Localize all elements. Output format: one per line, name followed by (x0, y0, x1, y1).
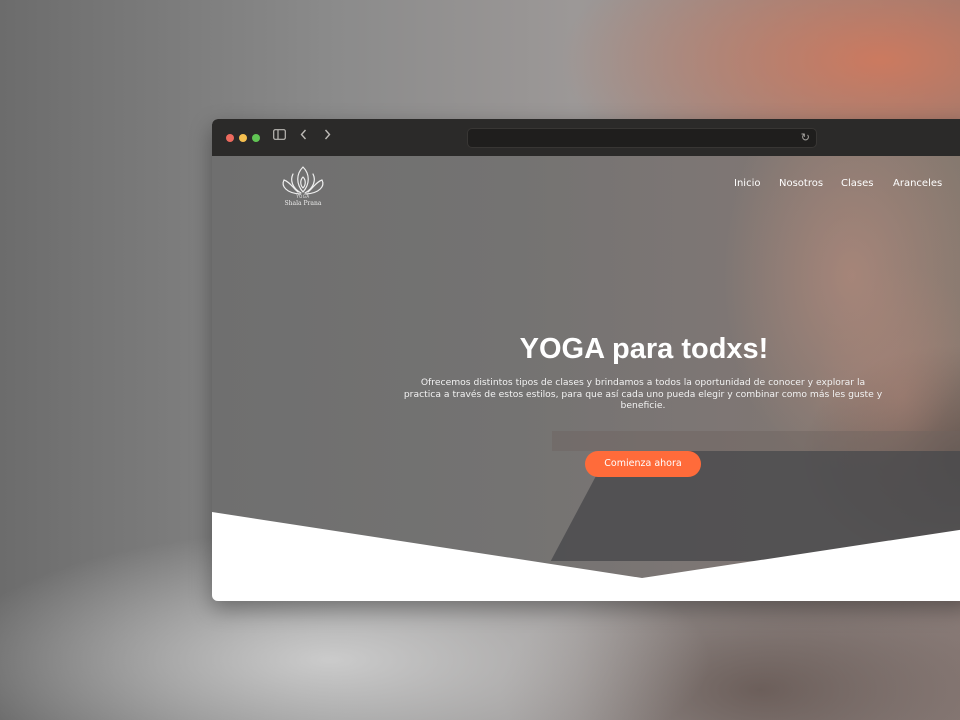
backdrop: ↻ YOGA Shala Prana Inicio Nosotros Clase… (0, 0, 960, 720)
browser-toolbar: ↻ (212, 119, 960, 157)
nav-link-aranceles[interactable]: Aranceles (893, 177, 942, 191)
logo-small-text: YOGA (296, 194, 310, 199)
browser-window: ↻ YOGA Shala Prana Inicio Nosotros Clase… (212, 119, 960, 601)
start-now-button[interactable]: Comienza ahora (585, 451, 701, 477)
close-window-button[interactable] (226, 134, 234, 142)
back-icon[interactable] (300, 129, 307, 145)
web-page: YOGA Shala Prana Inicio Nosotros Clases … (212, 156, 960, 601)
nav-link-inicio[interactable]: Inicio (734, 177, 760, 191)
hero-title: YOGA para todxs! (519, 333, 769, 365)
sidebar-icon[interactable] (273, 129, 286, 145)
logo-name: Shala Prana (284, 200, 322, 207)
nav-link-nosotros[interactable]: Nosotros (779, 177, 823, 191)
maximize-window-button[interactable] (252, 134, 260, 142)
nav-link-clases[interactable]: Clases (841, 177, 873, 191)
forward-icon[interactable] (324, 129, 331, 145)
minimize-window-button[interactable] (239, 134, 247, 142)
reload-icon[interactable]: ↻ (801, 130, 810, 146)
hero-description: Ofrecemos distintos tipos de clases y br… (403, 377, 883, 411)
address-bar[interactable]: ↻ (467, 128, 817, 148)
